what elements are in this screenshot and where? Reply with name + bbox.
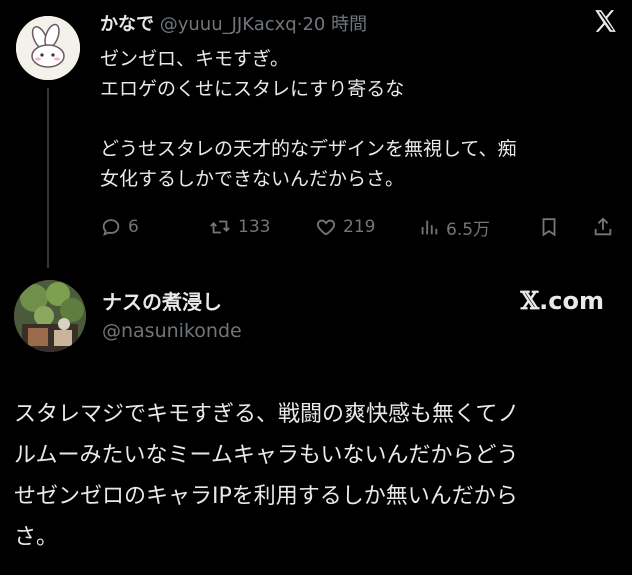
- quoted-text-line: スタレマジでキモすぎる、戦闘の爽快感も無くてノ: [14, 402, 520, 427]
- x-com-suffix: .com: [539, 287, 604, 315]
- quoted-author-handle[interactable]: @nasunikonde: [102, 320, 242, 342]
- avatar[interactable]: [16, 16, 80, 80]
- heart-icon: [315, 216, 337, 238]
- tweet[interactable]: かなで @yuuu_JJKacxq·20 時間 ゼンゼロ、キモすぎ。 エロゲのく…: [0, 0, 632, 268]
- retweet-button[interactable]: 133: [208, 212, 270, 242]
- retweet-count: 133: [238, 217, 271, 237]
- reply-count: 6: [128, 217, 139, 237]
- tweet-text: ゼンゼロ、キモすぎ。 エロゲのくせにスタレにすり寄るな どうせスタレの天才的なデ…: [100, 44, 620, 194]
- views-button[interactable]: 6.5万: [418, 212, 490, 242]
- like-count: 219: [343, 217, 376, 237]
- author-name[interactable]: かなで: [100, 14, 154, 35]
- x-logo-icon: 𝕏: [520, 286, 540, 315]
- view-count: 6.5万: [446, 219, 491, 240]
- quoted-post[interactable]: ナスの煮浸し @nasunikonde 𝕏.com スタレマジでキモすぎる、戦闘…: [0, 268, 632, 575]
- quoted-text-line: せゼンゼロのキャラIPを利用するしか無いんだから: [14, 484, 518, 509]
- quoted-text-line: ルムーみたいなミームキャラもいないんだからどう: [14, 443, 519, 468]
- author-handle[interactable]: @yuuu_JJKacxq: [160, 14, 297, 35]
- like-button[interactable]: 219: [315, 212, 375, 242]
- share-icon: [592, 216, 614, 238]
- thread-line: [47, 88, 49, 268]
- action-bar: 6 133 219 6.5万: [100, 212, 620, 242]
- x-logo-icon: [592, 8, 618, 40]
- tweet-text-line: どうせスタレの天才的なデザインを無視して、痴: [100, 138, 517, 160]
- quoted-author-name[interactable]: ナスの煮浸し: [102, 286, 222, 315]
- quoted-text: スタレマジでキモすぎる、戦闘の爽快感も無くてノ ルムーみたいなミームキャラもいな…: [14, 394, 624, 558]
- tweet-text-line: ゼンゼロ、キモすぎ。: [100, 48, 290, 70]
- reply-button[interactable]: 6: [100, 212, 139, 242]
- share-button[interactable]: [592, 212, 614, 242]
- retweet-icon: [208, 216, 232, 238]
- bookmark-icon: [538, 216, 560, 238]
- tweet-header: かなで @yuuu_JJKacxq·20 時間: [100, 12, 572, 38]
- tweet-text-line: 女化するしかできないんだからさ。: [100, 168, 405, 190]
- quoted-text-line: さ。: [14, 525, 59, 550]
- tweet-text-gap: [100, 104, 620, 134]
- x-com-watermark: 𝕏.com: [521, 286, 604, 315]
- views-icon: [418, 216, 440, 238]
- reply-icon: [100, 216, 122, 238]
- tweet-text-line: エロゲのくせにスタレにすり寄るな: [100, 78, 405, 100]
- bookmark-button[interactable]: [538, 212, 560, 242]
- avatar[interactable]: [14, 280, 86, 352]
- timestamp[interactable]: 20 時間: [302, 14, 367, 35]
